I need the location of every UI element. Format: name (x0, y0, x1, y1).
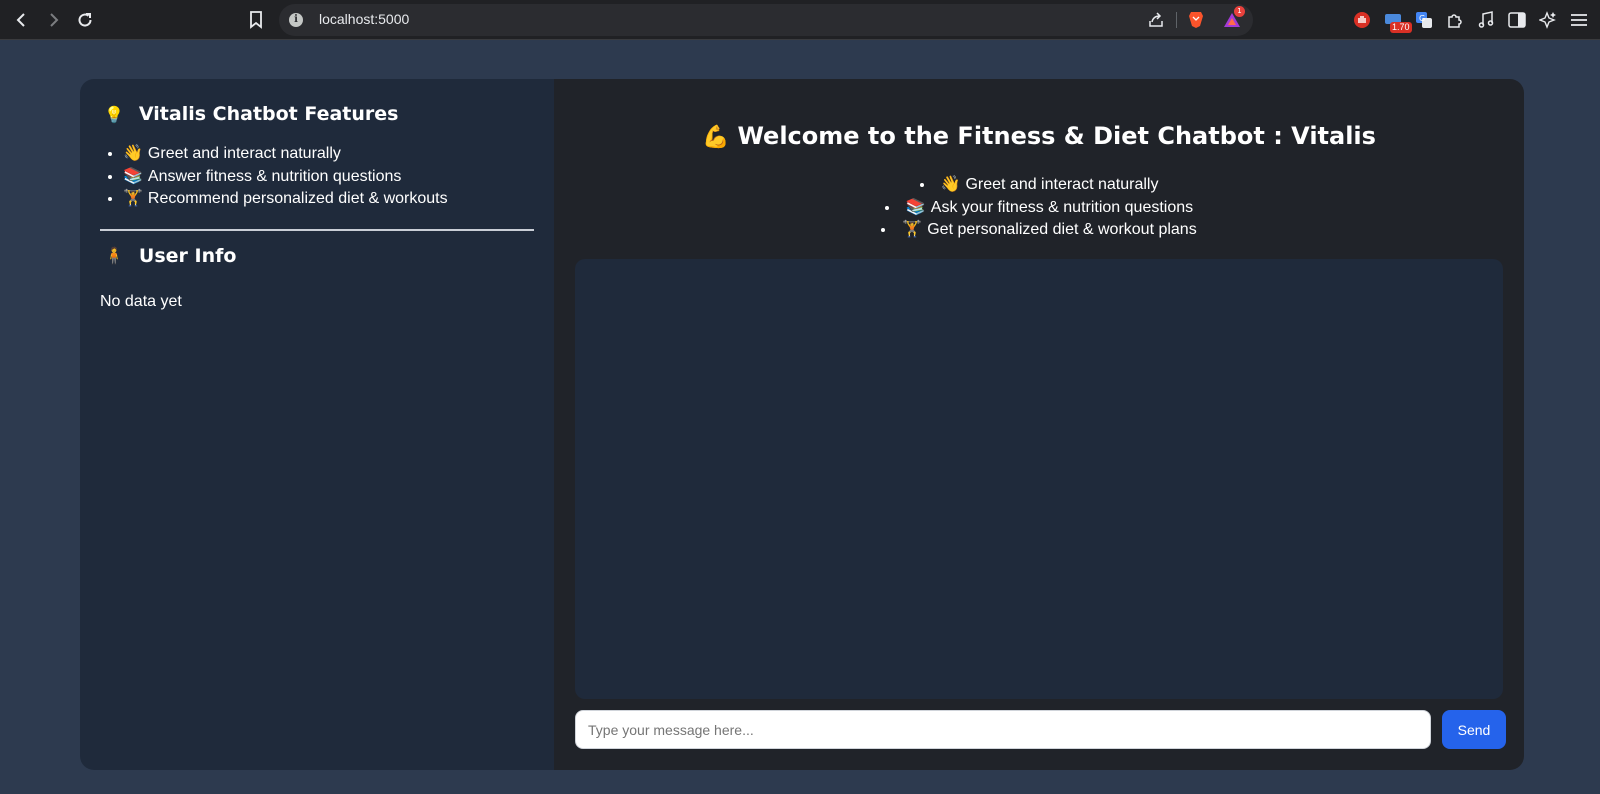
page-title: 💪 Welcome to the Fitness & Diet Chatbot :… (554, 122, 1524, 150)
user-info-title: 🧍 User Info (104, 243, 534, 269)
intro-item: 🏋Get personalized diet & workout plans (554, 219, 1524, 242)
intro-text: Greet and interact naturally (965, 176, 1159, 193)
send-button[interactable]: Send (1442, 710, 1506, 749)
person-icon: 🧍 (104, 246, 124, 265)
intro-text: Get personalized diet & workout plans (927, 221, 1197, 238)
features-list: 👋Greet and interact naturally 📚Answer fi… (100, 143, 534, 211)
browser-toolbar: i localhost:5000 1 1.70 G (0, 0, 1600, 40)
intro-item: 📚Ask your fitness & nutrition questions (554, 197, 1524, 220)
menu-icon[interactable] (1567, 8, 1591, 32)
address-bar[interactable]: i localhost:5000 1 (279, 4, 1253, 36)
rewards-badge: 1 (1234, 6, 1245, 17)
feature-item: 📚Answer fitness & nutrition questions (123, 166, 534, 189)
site-info-icon[interactable]: i (289, 13, 303, 27)
features-title-text: Vitalis Chatbot Features (138, 103, 399, 125)
weightlifter-icon: 🏋 (902, 221, 923, 238)
wave-icon: 👋 (123, 145, 143, 162)
feature-text: Recommend personalized diet & workouts (147, 190, 448, 207)
translate-icon[interactable]: G (1412, 8, 1436, 32)
sidebar-divider (100, 228, 534, 231)
flexed-biceps-icon: 💪 (702, 125, 730, 150)
app-container: 💡 Vitalis Chatbot Features 👋Greet and in… (80, 79, 1524, 770)
feature-item: 👋Greet and interact naturally (123, 143, 534, 166)
media-icon[interactable] (1474, 8, 1498, 32)
chat-panel: 💪 Welcome to the Fitness & Diet Chatbot :… (554, 79, 1524, 770)
extension-hand-icon[interactable] (1350, 8, 1374, 32)
weightlifter-icon: 🏋 (123, 190, 143, 207)
feature-item: 🏋Recommend personalized diet & workouts (123, 188, 534, 211)
brave-shield-icon[interactable] (1186, 10, 1206, 30)
url-separator (1176, 12, 1177, 28)
intro-list: 👋Greet and interact naturally 📚Ask your … (554, 174, 1524, 242)
user-info-empty: No data yet (100, 292, 182, 310)
intro-text: Ask your fitness & nutrition questions (930, 198, 1194, 216)
feature-text: Answer fitness & nutrition questions (147, 167, 402, 185)
extension-speed-icon[interactable]: 1.70 (1381, 8, 1412, 33)
sidebar-icon[interactable] (1505, 8, 1529, 32)
brave-rewards-icon[interactable]: 1 (1222, 6, 1245, 30)
books-icon: 📚 (905, 198, 926, 216)
wave-icon: 👋 (940, 176, 961, 193)
url-text[interactable]: localhost:5000 (319, 11, 409, 27)
user-info-title-text: User Info (138, 244, 237, 267)
reload-icon[interactable] (72, 7, 98, 33)
sidebar: 💡 Vitalis Chatbot Features 👋Greet and in… (80, 79, 554, 770)
page-title-text: Welcome to the Fitness & Diet Chatbot : … (737, 122, 1376, 150)
books-icon: 📚 (123, 167, 143, 185)
svg-text:G: G (1419, 14, 1425, 23)
share-icon[interactable] (1146, 10, 1166, 30)
intro-item: 👋Greet and interact naturally (554, 174, 1524, 197)
back-icon[interactable] (9, 7, 35, 33)
lightbulb-icon: 💡 (104, 104, 124, 124)
message-input-row: Send (575, 710, 1506, 750)
bookmark-icon[interactable] (243, 7, 269, 33)
puzzle-icon[interactable] (1443, 8, 1467, 32)
features-title: 💡 Vitalis Chatbot Features (104, 101, 534, 127)
chat-messages-area[interactable] (575, 259, 1503, 699)
message-input[interactable] (575, 710, 1431, 749)
extension-badge: 1.70 (1390, 22, 1412, 33)
feature-text: Greet and interact naturally (147, 145, 341, 162)
leo-icon[interactable] (1536, 8, 1560, 32)
forward-icon[interactable] (40, 7, 66, 33)
